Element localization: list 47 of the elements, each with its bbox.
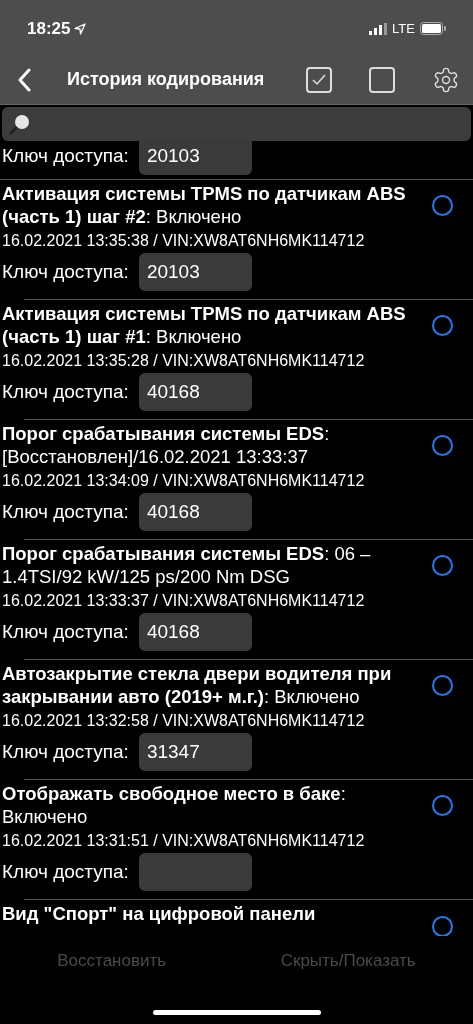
settings-icon	[432, 65, 460, 94]
key-field[interactable]: 20103	[138, 253, 252, 291]
radio-button[interactable]	[432, 794, 453, 816]
key-field[interactable]	[138, 853, 252, 891]
entry-title: Активация системы TPMS по датчикам ABS (часть 1) шаг #1: Включено	[2, 302, 407, 348]
signal-icon	[369, 22, 388, 35]
radio-button[interactable]	[432, 916, 453, 936]
key-label: Ключ доступа:	[2, 739, 129, 764]
network-label: LTE	[392, 19, 415, 38]
radio-button[interactable]	[432, 554, 453, 576]
radio-button[interactable]	[432, 314, 453, 336]
entry-title: Автозакрытие стекла двери водителя при закрывании авто (2019+ м.г.): Включено	[2, 662, 393, 708]
search-icon	[8, 112, 32, 136]
key-field[interactable]: 40168	[138, 373, 252, 411]
entry-title: Активация системы TPMS по датчикам ABS (часть 1) шаг #2: Включено	[2, 182, 407, 228]
nav-title: История кодирования	[67, 68, 265, 91]
entry-meta: 16.02.2021 13:35:38 / VIN:XW8AT6NH6MK114712	[2, 231, 366, 251]
status-time: 18:25	[27, 17, 71, 40]
entry-title: Порог срабатывания системы EDS: 06 – 1.4TSI/92 kW/125 ps/200 Nm DSG	[2, 542, 372, 588]
key-label: Ключ доступа:	[2, 859, 129, 884]
check-icon	[312, 73, 326, 86]
key-label: Ключ доступа:	[2, 143, 129, 168]
select-all-button[interactable]	[306, 66, 332, 93]
key-label: Ключ доступа:	[2, 379, 129, 404]
search-field[interactable]	[2, 107, 471, 141]
entry-title: Порог срабатывания системы EDS: [Восстановлен]/16.02.2021 13:33:37	[2, 422, 331, 468]
entry-title: Отображать свободное место в баке: Включено	[2, 782, 347, 828]
battery-icon	[420, 22, 446, 35]
radio-button[interactable]	[432, 674, 453, 696]
entry-meta: 16.02.2021 13:35:28 / VIN:XW8AT6NH6MK114712	[2, 351, 366, 371]
back-icon	[17, 67, 31, 92]
radio-button[interactable]	[432, 434, 453, 456]
key-field[interactable]: 40168	[138, 493, 252, 531]
entry-meta: 16.02.2021 13:34:09 / VIN:XW8AT6NH6MK114712	[2, 471, 366, 491]
radio-button[interactable]	[432, 194, 453, 216]
key-label: Ключ доступа:	[2, 499, 129, 524]
key-field[interactable]: 20103	[138, 141, 252, 175]
entry-meta: 16.02.2021 13:32:58 / VIN:XW8AT6NH6MK114712	[2, 711, 366, 731]
entry-meta: 16.02.2021 13:33:37 / VIN:XW8AT6NH6MK114712	[2, 591, 366, 611]
key-field[interactable]: 31347	[138, 733, 252, 771]
entry-title: Вид "Спорт" на цифровой панели	[2, 902, 317, 925]
key-label: Ключ доступа:	[2, 259, 129, 284]
key-field[interactable]: 40168	[138, 613, 252, 651]
entry-meta: 16.02.2021 13:31:51 / VIN:XW8AT6NH6MK114712	[2, 831, 366, 851]
deselect-all-button[interactable]	[369, 66, 395, 93]
key-label: Ключ доступа:	[2, 619, 129, 644]
location-icon	[74, 22, 87, 35]
